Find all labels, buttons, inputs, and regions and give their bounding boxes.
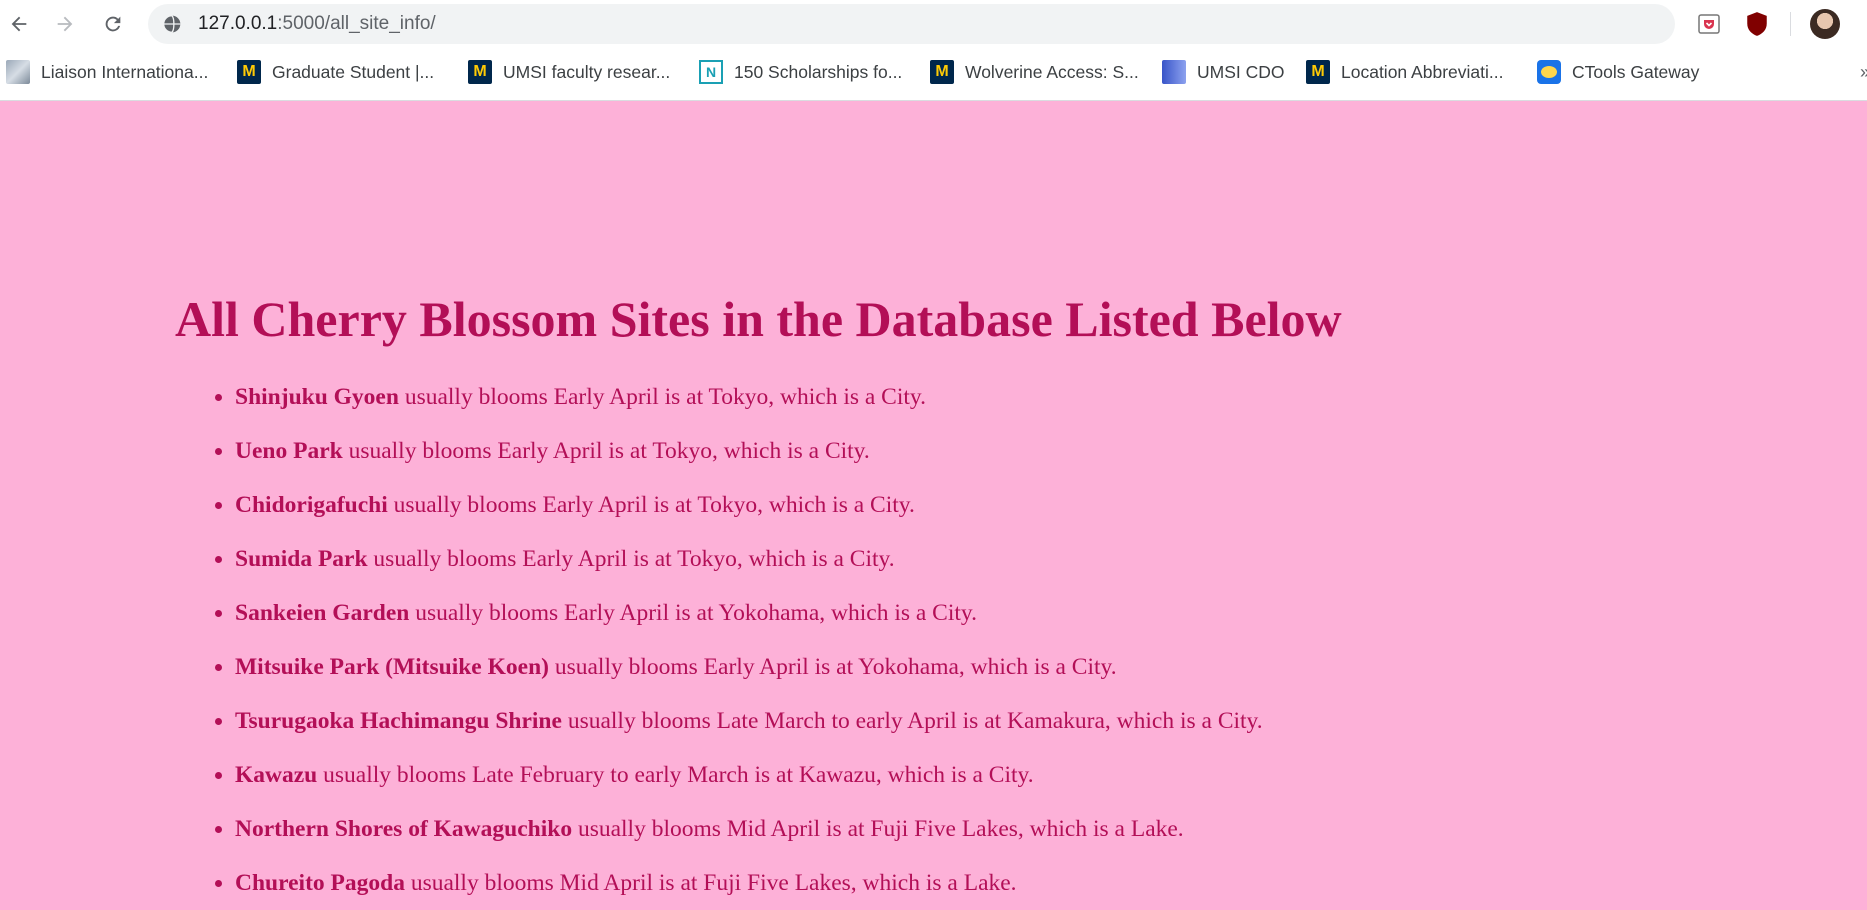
address-bar[interactable]: 127.0.0.1:5000/all_site_info/ bbox=[148, 4, 1675, 44]
reload-button[interactable] bbox=[96, 7, 130, 41]
forward-button[interactable] bbox=[48, 7, 82, 41]
umich-m-icon: M bbox=[468, 60, 492, 84]
bookmark-label: UMSI CDO bbox=[1197, 61, 1285, 82]
ctools-favicon-icon bbox=[1537, 60, 1561, 84]
url-path: :5000/all_site_info/ bbox=[277, 13, 436, 34]
site-name: Shinjuku Gyoen bbox=[235, 384, 399, 410]
toolbar-separator bbox=[1790, 12, 1791, 36]
list-item: Chureito Pagoda usually blooms Mid April… bbox=[235, 856, 1263, 910]
list-item: Sumida Park usually blooms Early April i… bbox=[235, 532, 1263, 586]
bookmark-ctools-gateway[interactable]: CTools Gateway bbox=[1537, 52, 1699, 92]
ublock-shield-icon bbox=[1747, 12, 1767, 36]
cdo-favicon-icon bbox=[1162, 60, 1186, 84]
bookmark-label: Wolverine Access: S... bbox=[965, 61, 1139, 82]
site-list: Shinjuku Gyoen usually blooms Early Apri… bbox=[175, 370, 1263, 910]
bookmark-liaison[interactable]: Liaison Internationa... bbox=[6, 52, 208, 92]
list-item: Chidorigafuchi usually blooms Early Apri… bbox=[235, 478, 1263, 532]
list-item: Northern Shores of Kawaguchiko usually b… bbox=[235, 802, 1263, 856]
list-item: Shinjuku Gyoen usually blooms Early Apri… bbox=[235, 370, 1263, 424]
bookmark-label: Graduate Student |... bbox=[272, 61, 435, 82]
site-name: Sumida Park bbox=[235, 546, 368, 572]
back-arrow-icon bbox=[11, 16, 27, 32]
browser-toolbar: 127.0.0.1:5000/all_site_info/ bbox=[0, 0, 1867, 50]
bookmark-umsi-cdo[interactable]: UMSI CDO bbox=[1162, 52, 1285, 92]
site-name: Mitsuike Park (Mitsuike Koen) bbox=[235, 654, 549, 680]
forward-arrow-icon bbox=[57, 16, 73, 32]
bookmark-label: UMSI faculty resear... bbox=[503, 61, 671, 82]
page-content: All Cherry Blossom Sites in the Database… bbox=[0, 100, 1867, 910]
url-host: 127.0.0.1 bbox=[198, 13, 278, 34]
site-info-globe-icon[interactable] bbox=[162, 14, 182, 34]
list-item: Tsurugaoka Hachimangu Shrine usually blo… bbox=[235, 694, 1263, 748]
url-text: 127.0.0.1:5000/all_site_info/ bbox=[198, 4, 436, 44]
back-button[interactable] bbox=[2, 7, 36, 41]
site-detail: usually blooms Early April is at Tokyo, … bbox=[404, 384, 927, 410]
site-name: Sankeien Garden bbox=[235, 600, 410, 626]
site-name: Kawazu bbox=[235, 762, 318, 788]
n-favicon-icon: N bbox=[699, 60, 723, 84]
list-item: Sankeien Garden usually blooms Early Apr… bbox=[235, 586, 1263, 640]
pocket-icon bbox=[1698, 14, 1720, 34]
page-title: All Cherry Blossom Sites in the Database… bbox=[175, 291, 1342, 347]
umich-m-icon: M bbox=[930, 60, 954, 84]
site-name: Ueno Park bbox=[235, 438, 343, 464]
site-detail: usually blooms Late March to early April… bbox=[567, 708, 1263, 734]
list-item: Kawazu usually blooms Late February to e… bbox=[235, 748, 1263, 802]
bookmarks-bar: Liaison Internationa... M Graduate Stude… bbox=[0, 52, 1867, 92]
site-detail: usually blooms Early April is at Tokyo, … bbox=[373, 546, 895, 572]
reload-icon bbox=[105, 16, 121, 32]
map-favicon-icon bbox=[6, 60, 30, 84]
pocket-extension-button[interactable] bbox=[1696, 11, 1722, 37]
umich-m-icon: M bbox=[237, 60, 261, 84]
bookmark-umsi-faculty[interactable]: M UMSI faculty resear... bbox=[468, 52, 670, 92]
bookmarks-overflow-chevron-icon[interactable]: » bbox=[1860, 52, 1867, 92]
bookmark-scholarships[interactable]: N 150 Scholarships fo... bbox=[699, 52, 902, 92]
bookmark-graduate-student[interactable]: M Graduate Student |... bbox=[237, 52, 434, 92]
browser-chrome: 127.0.0.1:5000/all_site_info/ Liaison In… bbox=[0, 0, 1867, 101]
bookmark-label: Location Abbreviati... bbox=[1341, 61, 1504, 82]
profile-avatar[interactable] bbox=[1810, 9, 1840, 39]
site-name: Northern Shores of Kawaguchiko bbox=[235, 816, 573, 842]
bookmark-label: CTools Gateway bbox=[1572, 61, 1700, 82]
list-item: Ueno Park usually blooms Early April is … bbox=[235, 424, 1263, 478]
site-detail: usually blooms Early April is at Yokoham… bbox=[554, 654, 1117, 680]
umich-m-icon: M bbox=[1306, 60, 1330, 84]
site-detail: usually blooms Mid April is at Fuji Five… bbox=[410, 870, 1017, 896]
site-detail: usually blooms Mid April is at Fuji Five… bbox=[577, 816, 1184, 842]
site-name: Chureito Pagoda bbox=[235, 870, 405, 896]
site-detail: usually blooms Late February to early Ma… bbox=[323, 762, 1034, 788]
site-name: Tsurugaoka Hachimangu Shrine bbox=[235, 708, 562, 734]
list-item: Mitsuike Park (Mitsuike Koen) usually bl… bbox=[235, 640, 1263, 694]
bookmark-label: Liaison Internationa... bbox=[41, 61, 209, 82]
ublock-extension-button[interactable] bbox=[1744, 11, 1770, 37]
site-detail: usually blooms Early April is at Tokyo, … bbox=[348, 438, 870, 464]
bookmark-wolverine-access[interactable]: M Wolverine Access: S... bbox=[930, 52, 1139, 92]
site-detail: usually blooms Early April is at Yokoham… bbox=[415, 600, 977, 626]
site-name: Chidorigafuchi bbox=[235, 492, 388, 518]
bookmark-location-abbreviations[interactable]: M Location Abbreviati... bbox=[1306, 52, 1503, 92]
bookmark-label: 150 Scholarships fo... bbox=[734, 61, 903, 82]
site-detail: usually blooms Early April is at Tokyo, … bbox=[393, 492, 915, 518]
